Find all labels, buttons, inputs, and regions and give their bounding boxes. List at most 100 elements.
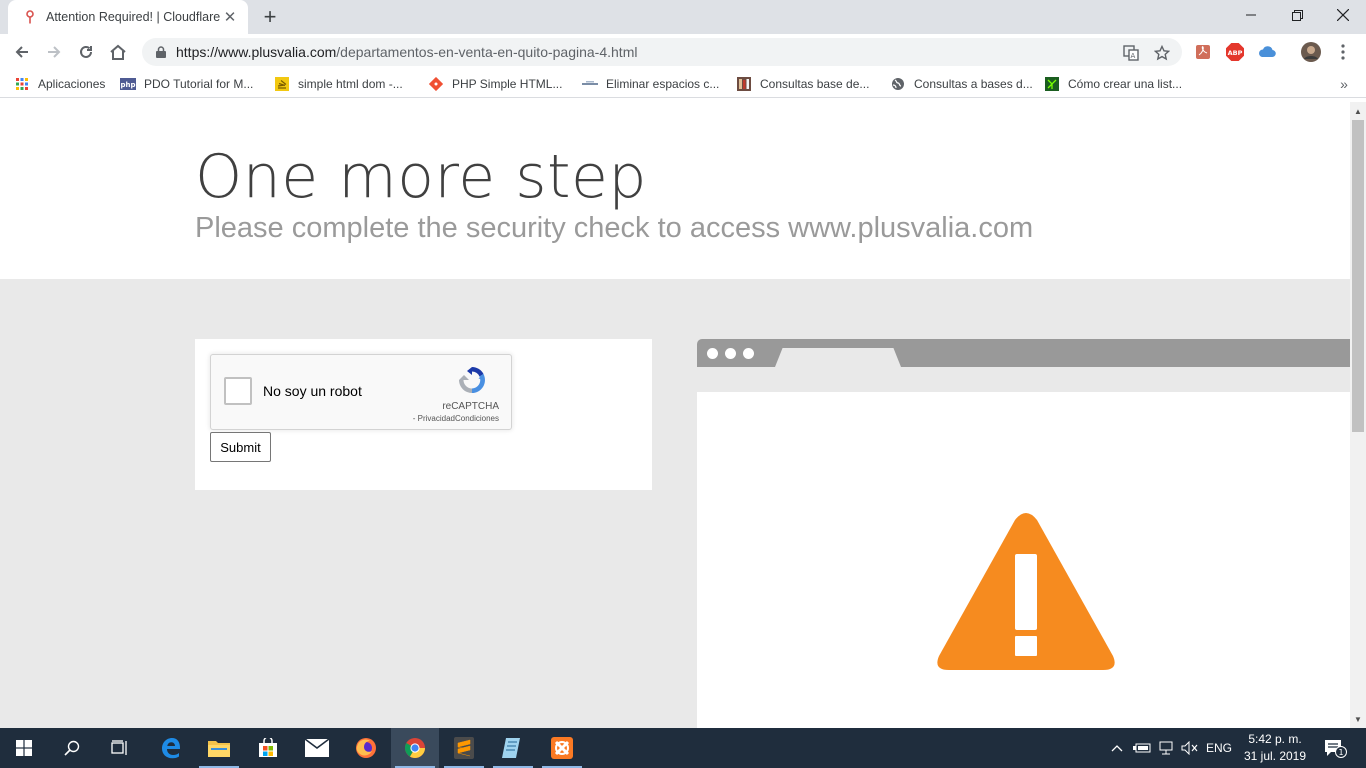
tray-overflow-chevron-icon[interactable] — [1108, 728, 1126, 768]
submit-button[interactable]: Submit — [210, 432, 271, 462]
bookmark-simple-html-dom[interactable]: simple html dom -... — [274, 74, 403, 94]
recaptcha-widget: No soy un robot reCAPTCHA - PrivacidadCo… — [210, 354, 512, 430]
volume-muted-icon[interactable] — [1180, 728, 1200, 768]
task-view-button[interactable] — [96, 728, 144, 768]
cloudflare-favicon-icon — [22, 9, 38, 25]
apps-grid-icon — [14, 76, 30, 92]
network-icon[interactable] — [1156, 728, 1176, 768]
forward-arrow-icon — [48, 46, 61, 58]
git-icon — [428, 76, 444, 92]
notification-count: 1 — [1338, 748, 1343, 757]
folder-icon — [208, 741, 230, 757]
bookmark-label: PHP Simple HTML... — [452, 77, 563, 91]
page-subtitle: Please complete the security check to ac… — [195, 212, 1034, 244]
page-scrollbar[interactable]: ▲ ▼ — [1350, 102, 1366, 728]
address-bar[interactable]: https://www.plusvalia.com/departamentos-… — [142, 38, 1182, 66]
taskbar-xampp[interactable] — [538, 728, 586, 768]
cloud-extension-icon[interactable] — [1257, 42, 1277, 62]
taskbar-search-button[interactable] — [48, 728, 96, 768]
mail-icon — [305, 739, 329, 757]
bookmark-label: Eliminar espacios c... — [606, 77, 720, 91]
back-arrow-icon — [15, 46, 28, 58]
close-icon — [1337, 9, 1349, 21]
home-icon — [110, 44, 126, 60]
home-button[interactable] — [104, 38, 132, 66]
illustration-dot — [707, 348, 718, 359]
taskbar-chrome[interactable] — [391, 728, 439, 768]
page-header: One more step Please complete the securi… — [0, 102, 1350, 279]
captcha-label: No soy un robot — [263, 383, 362, 399]
url-text: https://www.plusvalia.com/departamentos-… — [176, 44, 637, 60]
bookmark-eliminar-espacios[interactable]: Eliminar espacios c... — [582, 74, 719, 94]
bookmark-label: Consultas a bases d... — [914, 77, 1033, 91]
restore-icon — [1291, 9, 1303, 21]
bookmarks-overflow-chevron-icon[interactable]: » — [1334, 74, 1354, 94]
tab-title: Attention Required! | Cloudflare — [46, 10, 221, 24]
search-icon — [64, 740, 80, 756]
illustration-dot — [743, 348, 754, 359]
bookmark-consultas-bases[interactable]: Consultas a bases d... — [890, 74, 1033, 94]
taskbar-edge[interactable] — [147, 728, 195, 768]
window-restore-button[interactable] — [1274, 0, 1320, 30]
menu-kebab-icon[interactable] — [1333, 42, 1353, 62]
captcha-checkbox[interactable] — [224, 377, 252, 405]
bookmark-label: Aplicaciones — [38, 77, 106, 91]
lock-icon — [154, 45, 168, 59]
recaptcha-logo-icon — [459, 367, 485, 393]
action-center-button[interactable]: 1 — [1318, 728, 1352, 768]
bookmark-star-icon[interactable] — [1153, 44, 1171, 62]
stackoverflow-icon — [274, 76, 290, 92]
forward-button[interactable] — [40, 38, 68, 66]
chrome-icon — [404, 738, 425, 758]
warning-icon — [937, 513, 1115, 670]
bookmark-apps[interactable]: Aplicaciones — [14, 74, 105, 94]
bookmark-como-crear-lista[interactable]: Cómo crear una list... — [1044, 74, 1182, 94]
taskbar-store[interactable] — [244, 728, 292, 768]
tab-strip: Attention Required! | Cloudflare ✕ + — [0, 0, 1366, 34]
scroll-thumb[interactable] — [1352, 120, 1364, 432]
system-clock[interactable]: 5:42 p. m. 31 jul. 2019 — [1240, 731, 1310, 765]
illustration-titlebar — [697, 339, 1350, 367]
taskbar-notepad-app[interactable] — [489, 728, 537, 768]
translate-icon[interactable]: A — [1122, 44, 1140, 62]
adblock-plus-icon[interactable]: ABP — [1225, 42, 1245, 62]
window-minimize-button[interactable] — [1228, 0, 1274, 30]
network-icon — [1044, 76, 1060, 92]
illustration-toolbar — [697, 367, 1350, 392]
bookmark-label: PDO Tutorial for M... — [144, 77, 254, 91]
browser-illustration — [697, 339, 1350, 728]
books-icon — [736, 76, 752, 92]
recaptcha-brand: reCAPTCHA — [442, 401, 499, 412]
task-view-icon — [111, 740, 127, 755]
bookmark-consultas-base[interactable]: Consultas base de... — [736, 74, 869, 94]
bookmark-php-simple-html[interactable]: PHP Simple HTML... — [428, 74, 562, 94]
new-tab-button[interactable]: + — [258, 4, 282, 29]
windows-taskbar: ENG 5:42 p. m. 31 jul. 2019 1 — [0, 728, 1366, 768]
taskbar-firefox[interactable] — [342, 728, 390, 768]
bookmark-label: simple html dom -... — [298, 77, 403, 91]
url-path: /departamentos-en-venta-en-quito-pagina-… — [336, 44, 638, 60]
pdf-extension-icon[interactable] — [1193, 42, 1213, 62]
page-content: One more step Please complete the securi… — [0, 102, 1350, 728]
reload-button[interactable] — [72, 38, 100, 66]
taskbar-mail[interactable] — [293, 728, 341, 768]
scroll-up-arrow-icon[interactable]: ▲ — [1350, 104, 1366, 118]
back-button[interactable] — [8, 38, 36, 66]
start-button[interactable] — [0, 728, 48, 768]
taskbar-sublime-text[interactable] — [440, 728, 488, 768]
scroll-down-arrow-icon[interactable]: ▼ — [1350, 712, 1366, 726]
window-close-button[interactable] — [1320, 0, 1366, 30]
taskbar-file-explorer[interactable] — [195, 728, 243, 768]
battery-icon[interactable] — [1132, 728, 1152, 768]
tab-close-icon[interactable]: ✕ — [222, 9, 238, 26]
language-indicator[interactable]: ENG — [1204, 728, 1234, 768]
illustration-body — [697, 392, 1350, 728]
bookmarks-bar: Aplicaciones php PDO Tutorial for M... s… — [0, 70, 1366, 98]
bookmark-pdo-tutorial[interactable]: php PDO Tutorial for M... — [120, 74, 253, 94]
profile-avatar[interactable] — [1301, 42, 1321, 62]
browser-tab[interactable]: Attention Required! | Cloudflare ✕ — [8, 0, 248, 34]
bookmark-label: Cómo crear una list... — [1068, 77, 1183, 91]
recaptcha-legal-links[interactable]: - PrivacidadCondiciones — [413, 414, 499, 423]
edge-icon — [162, 738, 181, 759]
php-icon: php — [120, 76, 136, 92]
